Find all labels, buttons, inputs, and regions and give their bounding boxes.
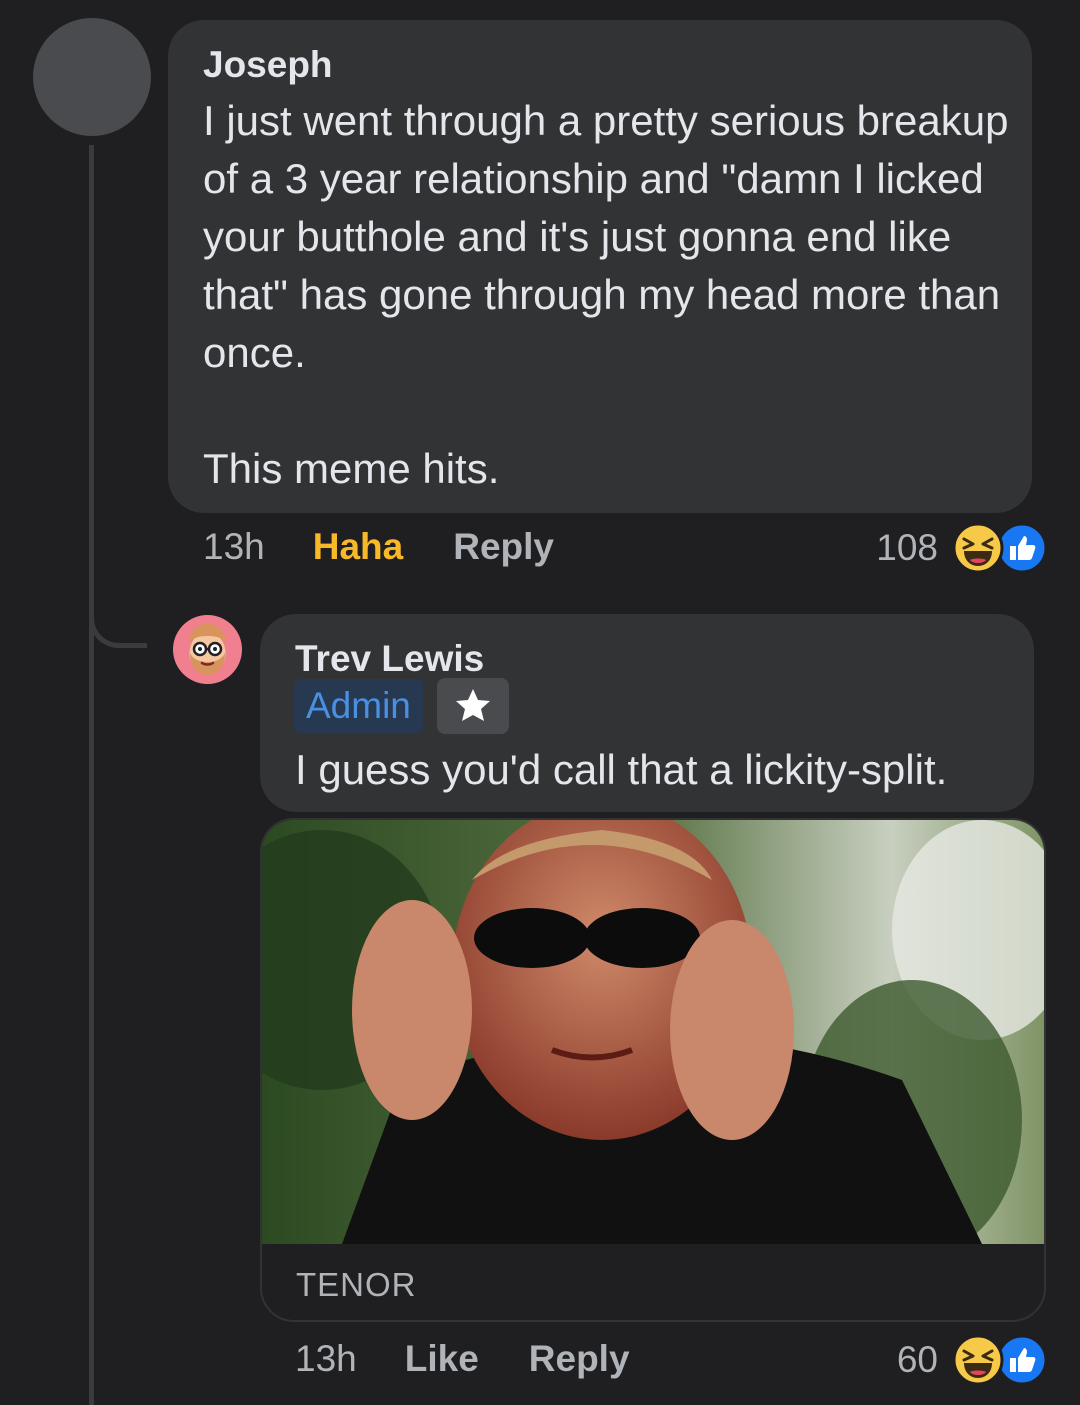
author-badges: Admin xyxy=(294,678,509,734)
commenter-avatar[interactable] xyxy=(33,18,151,136)
comment-actions: 13h Haha Reply xyxy=(203,526,554,568)
gif-source-label: TENOR xyxy=(296,1266,417,1303)
reply-timestamp[interactable]: 13h xyxy=(295,1338,357,1380)
comment-reaction-count: 108 xyxy=(876,527,938,568)
reply-reply-button[interactable]: Reply xyxy=(529,1338,630,1380)
reply-text: I guess you'd call that a lickity-split. xyxy=(295,746,948,793)
star-icon[interactable] xyxy=(436,678,509,734)
admin-badge[interactable]: Admin xyxy=(294,679,423,733)
comment-bubble: Joseph I just went through a pretty seri… xyxy=(168,20,1032,513)
reply-reactions[interactable]: 60 xyxy=(897,1334,1048,1386)
comment-text: I just went through a pretty serious bre… xyxy=(203,97,1009,492)
comment-timestamp[interactable]: 13h xyxy=(203,526,265,568)
reply-connector xyxy=(89,590,147,648)
reply-bubble: Trev Lewis Admin I guess you'd call that… xyxy=(260,614,1034,812)
comment-reply-button[interactable]: Reply xyxy=(453,526,554,568)
haha-icon xyxy=(952,1334,1004,1386)
gif-image[interactable] xyxy=(262,820,1046,1244)
reply-author[interactable]: Trev Lewis xyxy=(295,638,484,680)
gif-attachment[interactable]: TENOR xyxy=(260,818,1046,1322)
reply-actions: 13h Like Reply xyxy=(295,1338,630,1380)
reply-reaction-count: 60 xyxy=(896,1339,938,1380)
trev-lewis-avatar[interactable] xyxy=(173,615,242,684)
haha-icon xyxy=(952,522,1004,574)
comment-reactions[interactable]: 108 xyxy=(876,522,1048,574)
reply-like-button[interactable]: Like xyxy=(405,1338,479,1380)
thread-line xyxy=(89,145,94,1405)
comment-author[interactable]: Joseph xyxy=(203,44,333,86)
haha-reaction-button[interactable]: Haha xyxy=(313,526,403,568)
